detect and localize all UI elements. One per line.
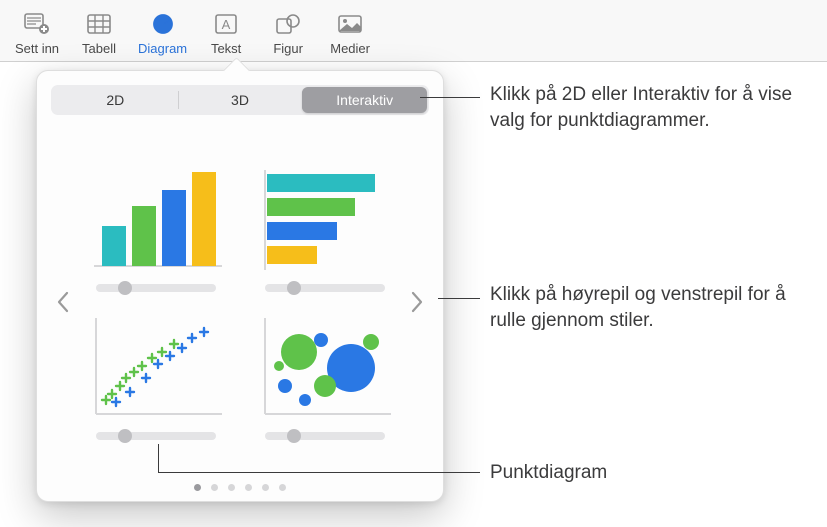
text-icon: A [213,9,239,39]
interactive-slider[interactable] [96,284,216,292]
page-dots [51,484,429,491]
interactive-slider[interactable] [265,432,385,440]
chart-popover: 2D 3D Interaktiv [36,70,444,502]
shape-icon [275,9,301,39]
annotation-scatter: Punktdiagram [490,460,607,486]
table-icon [86,9,112,39]
svg-text:A: A [222,17,231,32]
nav-prev-arrow[interactable] [51,291,75,313]
page-dot[interactable] [279,484,286,491]
chart-thumb-scatter[interactable] [83,312,228,440]
toolbar-media[interactable]: Medier [319,4,381,61]
toolbar-shape[interactable]: Figur [257,4,319,61]
scatter-chart-icon [86,312,226,422]
nav-next-arrow[interactable] [405,291,429,313]
vertical-bar-chart-icon [86,164,226,274]
chart-type-tabs: 2D 3D Interaktiv [51,85,429,115]
interactive-slider[interactable] [96,432,216,440]
toolbar-text[interactable]: A Tekst [195,4,257,61]
tab-2d[interactable]: 2D [53,87,178,113]
page-dot[interactable] [194,484,201,491]
annotation-arrows: Klikk på høyrepil og venstrepil for å ru… [490,282,820,333]
toolbar-chart[interactable]: Diagram [130,4,195,61]
media-icon [337,9,363,39]
toolbar: Sett inn Tabell Diagram A Tekst Figur Me… [0,0,827,62]
bubble-chart-icon [255,312,395,422]
chart-style-carousel [51,129,429,474]
insert-icon [24,9,50,39]
toolbar-table[interactable]: Tabell [68,4,130,61]
interactive-slider[interactable] [265,284,385,292]
toolbar-label: Figur [273,41,303,56]
horizontal-bar-chart-icon [255,164,395,274]
page-dot[interactable] [262,484,269,491]
tab-interactive[interactable]: Interaktiv [302,87,427,113]
chart-thumb-vertical-bar[interactable] [83,164,228,292]
toolbar-label: Sett inn [15,41,59,56]
tab-3d[interactable]: 3D [178,87,303,113]
page-dot[interactable] [245,484,252,491]
page-dot[interactable] [228,484,235,491]
annotation-tabs: Klikk på 2D eller Interaktiv for å vise … [490,82,820,133]
page-dot[interactable] [211,484,218,491]
chart-thumb-horizontal-bar[interactable] [252,164,397,292]
toolbar-label: Medier [330,41,370,56]
toolbar-label: Tekst [211,41,241,56]
chart-pie-icon [150,9,176,39]
chart-thumb-bubble[interactable] [252,312,397,440]
toolbar-label: Tabell [82,41,116,56]
toolbar-insert[interactable]: Sett inn [6,4,68,61]
toolbar-label: Diagram [138,41,187,56]
chart-thumb-grid [75,160,405,444]
